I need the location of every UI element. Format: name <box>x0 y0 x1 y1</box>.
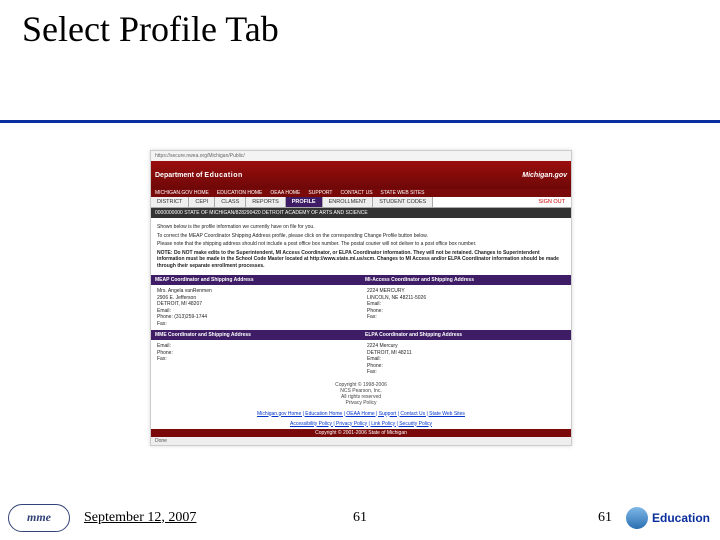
elpa-address: 2224 Mercury DETROIT, MI 48211 Email: Ph… <box>361 340 571 379</box>
instruction-text: To correct the MEAP Coordinator Shipping… <box>157 233 565 240</box>
tab-profile[interactable]: PROFILE <box>286 197 323 207</box>
browser-status-bar: Done <box>151 437 571 445</box>
title-underline <box>0 120 720 123</box>
elpa-header: ELPA Coordinator and Shipping Address <box>361 330 571 340</box>
mme-header: MME Coordinator and Shipping Address <box>151 330 361 340</box>
address-row-1: Mrs. Angela vanRenmen 2906 E. Jefferson … <box>151 285 571 330</box>
section-header-2: MME Coordinator and Shipping Address ELP… <box>151 330 571 340</box>
nav-link[interactable]: MICHIGAN.GOV HOME <box>155 190 209 196</box>
nav-link[interactable]: CONTACT US <box>340 190 372 196</box>
address-row-2: Email: Phone: Fax: 2224 Mercury DETROIT,… <box>151 340 571 379</box>
slide-footer: mme September 12, 2007 61 61 Education <box>0 495 720 540</box>
meap-address: Mrs. Angela vanRenmen 2906 E. Jefferson … <box>151 285 361 330</box>
nav-link[interactable]: SUPPORT <box>308 190 332 196</box>
meap-header: MEAP Coordinator and Shipping Address <box>151 275 361 285</box>
footer-links-2: Accessibility Policy | Privacy Policy | … <box>151 419 571 429</box>
site-banner: Department of Education Michigan.gov <box>151 161 571 189</box>
shipping-note: Please note that the shipping address sh… <box>157 241 565 248</box>
page-number-right: 61 <box>598 510 612 526</box>
miaccess-header: MI-Access Coordinator and Shipping Addre… <box>361 275 571 285</box>
browser-url: https://secure.nwea.org/Michigan/Public/ <box>151 151 571 161</box>
slide-date: September 12, 2007 <box>84 510 196 526</box>
footer-links-1: Michigan.gov Home | Education Home | OEA… <box>151 409 571 419</box>
tab-bar: DISTRICT CEPI CLASS REPORTS PROFILE ENRO… <box>151 197 571 208</box>
warning-note: NOTE: Do NOT make edits to the Superinte… <box>157 250 565 270</box>
footer-link[interactable]: Accessibility Policy | Privacy Policy | … <box>290 421 432 427</box>
miaccess-address: 2224 MERCURY LINCOLN, NE 48211-5026 Emai… <box>361 285 571 330</box>
pearson-footer: Copyright © 1998-2006 NCS Pearson, Inc. … <box>151 379 571 409</box>
slide-title: Select Profile Tab <box>22 8 279 50</box>
screenshot-container: https://secure.nwea.org/Michigan/Public/… <box>150 150 572 446</box>
sign-out-link[interactable]: SIGN OUT <box>532 197 571 207</box>
state-copyright: Copyright © 2001-2006 State of Michigan <box>151 429 571 437</box>
footer-link[interactable]: Michigan.gov Home | Education Home | OEA… <box>257 411 465 417</box>
nav-link[interactable]: STATE WEB SITES <box>381 190 425 196</box>
globe-icon <box>626 507 648 529</box>
mme-logo: mme <box>8 504 70 532</box>
nav-link[interactable]: EDUCATION HOME <box>217 190 262 196</box>
dept-label: Department of Education <box>155 172 243 179</box>
michigan-gov-logo: Michigan.gov <box>522 172 567 179</box>
tab-cepi[interactable]: CEPI <box>189 197 215 207</box>
header-nav: MICHIGAN.GOV HOME EDUCATION HOME OEAA HO… <box>151 189 571 197</box>
profile-body: Shown below is the profile information w… <box>151 218 571 275</box>
mme-address: Email: Phone: Fax: <box>151 340 361 379</box>
tab-reports[interactable]: REPORTS <box>246 197 286 207</box>
nav-link[interactable]: OEAA HOME <box>270 190 300 196</box>
education-label: Education <box>652 511 710 525</box>
page-number-center: 61 <box>353 510 367 526</box>
section-header-1: MEAP Coordinator and Shipping Address MI… <box>151 275 571 285</box>
michigan-education-logo: Education <box>626 507 710 529</box>
intro-text: Shown below is the profile information w… <box>157 224 565 231</box>
tab-class[interactable]: CLASS <box>215 197 246 207</box>
school-context-bar: 0000000000 STATE OF MICHIGAN/828290420 D… <box>151 208 571 218</box>
tab-student-codes[interactable]: STUDENT CODES <box>373 197 433 207</box>
tab-enrollment[interactable]: ENROLLMENT <box>323 197 374 207</box>
tab-district[interactable]: DISTRICT <box>151 197 189 207</box>
